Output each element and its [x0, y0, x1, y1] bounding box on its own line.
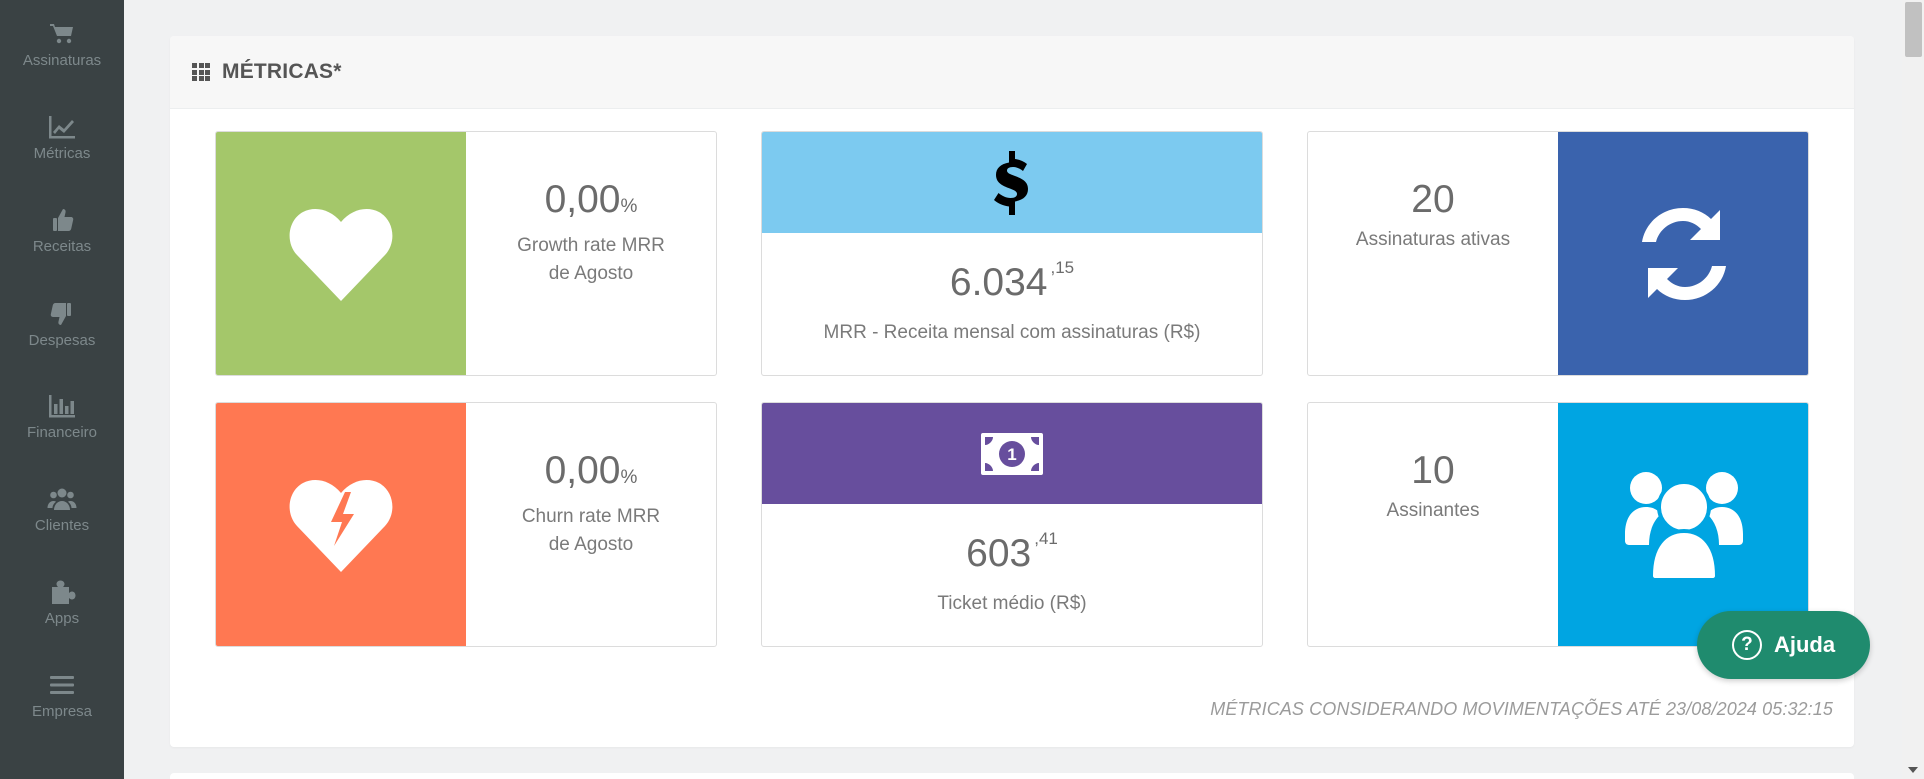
scroll-down-arrow-icon[interactable] — [1908, 767, 1918, 773]
ticket-info: 603,41 Ticket médio (R$) — [762, 504, 1262, 646]
sidebar-item-label: Despesas — [28, 332, 96, 349]
churn-rate-label-line2: de Agosto — [548, 534, 634, 555]
metrics-footnote: MÉTRICAS CONSIDERANDO MOVIMENTAÇÕES ATÉ … — [1210, 699, 1833, 719]
thumbs-up-icon — [53, 209, 74, 231]
active-subscriptions-tile — [1558, 132, 1808, 375]
page-scrollbar[interactable] — [1902, 0, 1924, 779]
help-button-label: Ajuda — [1773, 632, 1836, 657]
grid-icon — [192, 63, 210, 81]
broken-heart-icon — [289, 479, 392, 572]
panel-header: MÉTRICAS* — [170, 36, 1854, 109]
growth-rate-card: 0,00% Growth rate MRR de Agosto — [215, 131, 717, 376]
next-panel — [170, 773, 1854, 779]
puzzle-icon — [52, 580, 76, 604]
mrr-tile — [762, 132, 1262, 233]
churn-rate-info: 0,00% Churn rate MRR de Agosto — [466, 403, 716, 646]
mrr-info: 6.034,15 MRR - Receita mensal com assina… — [762, 233, 1262, 375]
sidebar-item-label: Clientes — [34, 517, 90, 534]
growth-rate-tile — [216, 132, 466, 375]
question-icon: ? — [1731, 630, 1762, 660]
sidebar-item-receitas[interactable]: Receitas — [0, 206, 124, 286]
svg-text:1: 1 — [1007, 445, 1016, 464]
sidebar-item-label: Financeiro — [26, 424, 98, 441]
sidebar-item-label: Apps — [44, 610, 80, 627]
active-subscriptions-value: 20 — [1411, 178, 1455, 221]
users-group-icon — [1624, 471, 1743, 580]
mrr-label: MRR - Receita mensal com assinaturas (R$… — [823, 322, 1201, 343]
active-subscriptions-info: 20 Assinaturas ativas — [1308, 132, 1558, 375]
help-button[interactable]: ? Ajuda — [1697, 611, 1870, 679]
sidebar-item-assinaturas[interactable]: Assinaturas — [0, 20, 124, 100]
mrr-value: 6.034,15 — [949, 258, 1075, 304]
scroll-thumb[interactable] — [1905, 2, 1922, 57]
users-icon — [47, 488, 77, 510]
dollar-icon — [994, 150, 1028, 215]
mrr-card: 6.034,15 MRR - Receita mensal com assina… — [761, 131, 1263, 376]
subscribers-info: 10 Assinantes — [1308, 403, 1558, 646]
sidebar-item-despesas[interactable]: Despesas — [0, 300, 124, 380]
churn-rate-value: 0,00% — [544, 449, 638, 492]
menu-icon — [50, 676, 74, 694]
churn-rate-tile — [216, 403, 466, 646]
churn-rate-card: 0,00% Churn rate MRR de Agosto — [215, 402, 717, 647]
subscribers-value: 10 — [1411, 449, 1455, 492]
refresh-icon — [1641, 207, 1726, 300]
sidebar-item-label: Assinaturas — [22, 52, 102, 69]
active-subscriptions-label: Assinaturas ativas — [1355, 229, 1511, 250]
sidebar-item-label: Métricas — [33, 145, 91, 162]
ticket-value: 603,41 — [966, 529, 1058, 575]
sidebar-item-metricas[interactable]: Métricas — [0, 113, 124, 193]
ticket-tile: 1 — [762, 403, 1262, 504]
sidebar-item-clientes[interactable]: Clientes — [0, 485, 124, 565]
money-bill-icon: 1 — [981, 432, 1043, 475]
growth-rate-value: 0,00% — [544, 178, 638, 221]
subscribers-label: Assinantes — [1386, 500, 1480, 521]
sidebar-item-financeiro[interactable]: Financeiro — [0, 392, 124, 472]
metrics-panel: MÉTRICAS* 0,00% Growth rate MRR de Agost… — [170, 36, 1854, 747]
sidebar: Assinaturas Métricas Receitas Despesas F… — [0, 0, 124, 779]
ticket-card: 1 603,41 Ticket médio (R$) — [761, 402, 1263, 647]
growth-rate-label-line1: Growth rate MRR — [517, 235, 665, 256]
growth-rate-label-line2: de Agosto — [548, 263, 634, 284]
ticket-label: Ticket médio (R$) — [937, 593, 1087, 614]
cart-icon — [50, 24, 73, 44]
line-chart-icon — [49, 116, 75, 139]
sidebar-item-label: Empresa — [31, 703, 93, 720]
thumbs-down-icon — [50, 303, 71, 325]
active-subscriptions-card: 20 Assinaturas ativas — [1307, 131, 1809, 376]
sidebar-item-apps[interactable]: Apps — [0, 578, 124, 658]
growth-rate-info: 0,00% Growth rate MRR de Agosto — [466, 132, 716, 375]
churn-rate-label-line1: Churn rate MRR — [521, 506, 661, 527]
sidebar-item-empresa[interactable]: Empresa — [0, 671, 124, 751]
heart-icon — [289, 208, 392, 301]
bar-chart-icon — [49, 395, 75, 418]
sidebar-item-label: Receitas — [32, 238, 92, 255]
panel-title: MÉTRICAS* — [222, 60, 342, 83]
